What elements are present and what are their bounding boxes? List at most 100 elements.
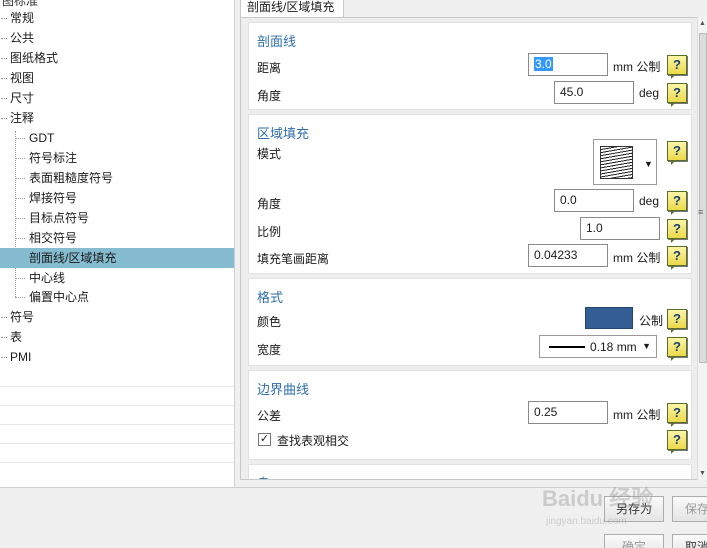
fill-angle-input[interactable]: 0.0 <box>554 189 634 212</box>
help-icon[interactable]: ? <box>667 191 687 215</box>
tree-divider <box>0 405 234 406</box>
settings-tree[interactable]: 图标准 常规 公共 图纸格式 视图 尺寸 注释 GDT 符号标注 表面粗糙度符号… <box>0 0 235 487</box>
boundary-section: 边界曲线 公差 0.25 mm 公制 ? ✓ 查找表观相交 ? <box>248 370 692 460</box>
tree-divider <box>0 386 234 387</box>
help-icon[interactable]: ? <box>667 219 687 243</box>
tree-item-target-point[interactable]: 目标点符号 <box>0 208 234 228</box>
tree-item-label: 焊接符号 <box>29 191 78 205</box>
tree-item-label: 剖面线/区域填充 <box>29 251 117 265</box>
help-icon[interactable]: ? <box>667 246 687 270</box>
tree-item-table[interactable]: 表 <box>0 327 234 347</box>
distance-unit: mm 公制 <box>613 60 661 74</box>
cancel-button[interactable]: 取消 <box>672 534 707 548</box>
dialog-button-bar: 另存为 保存 确定 取消 Baidu 经验 jingyan.baidu.com <box>0 486 707 548</box>
tree-item-symbol[interactable]: 符号 <box>0 307 234 327</box>
tab-hatch-area-fill[interactable]: 剖面线/区域填充 <box>240 0 344 18</box>
section-title: 格式 <box>257 290 284 305</box>
ok-button[interactable]: 确定 <box>604 534 664 548</box>
tree-item-label: PMI <box>10 350 32 364</box>
help-icon[interactable]: ? <box>667 430 687 454</box>
hatch-angle-label: 角度 <box>257 89 282 103</box>
scale-input[interactable]: 1.0 <box>580 217 660 240</box>
angle-unit: deg <box>639 194 660 208</box>
distance-unit: mm 公制 <box>613 251 661 265</box>
tree-item-label: 表 <box>10 330 23 344</box>
tree-item-gdt[interactable]: GDT <box>0 128 234 148</box>
help-icon[interactable]: ? <box>667 141 687 165</box>
scroll-up-icon[interactable]: ▲ <box>699 20 706 27</box>
line-width-icon <box>549 346 585 348</box>
chevron-down-icon: ▼ <box>642 341 651 351</box>
save-button[interactable]: 保存 <box>672 496 707 522</box>
tree-item-label: 注释 <box>10 111 35 125</box>
tree-item-general[interactable]: 常规 <box>0 8 234 28</box>
find-intersect-label: 查找表观相交 <box>277 434 350 448</box>
tree-item-label: 目标点符号 <box>29 211 90 225</box>
tree-divider <box>0 443 234 444</box>
tree-item-label: 公共 <box>10 31 35 45</box>
help-icon[interactable]: ? <box>667 337 687 361</box>
settings-panel: 剖面线 距离 3.0 mm 公制 ? 角度 45.0 deg ? 区域填充 模式… <box>240 17 698 480</box>
tree-item-label: 常规 <box>10 11 35 25</box>
section-title: 边界曲线 <box>257 382 310 397</box>
tree-item-hatch-area-fill[interactable]: 剖面线/区域填充 <box>0 248 234 268</box>
tree-item-pmi[interactable]: PMI <box>0 347 234 367</box>
hatch-section: 剖面线 距离 3.0 mm 公制 ? 角度 45.0 deg ? <box>248 22 692 110</box>
scroll-down-icon[interactable]: ▼ <box>699 470 706 477</box>
scrollbar-thumb[interactable] <box>699 33 707 363</box>
section-title: 岛 <box>257 473 270 479</box>
pen-distance-label: 填充笔画距离 <box>257 252 330 266</box>
tree-item-symbol-annotation[interactable]: 符号标注 <box>0 148 234 168</box>
tree-divider <box>0 424 234 425</box>
tree-item-weld-symbol[interactable]: 焊接符号 <box>0 188 234 208</box>
chevron-down-icon: ▼ <box>644 159 653 169</box>
tree-item-centerline[interactable]: 中心线 <box>0 268 234 288</box>
help-icon[interactable]: ? <box>667 55 687 79</box>
tree-item-view[interactable]: 视图 <box>0 68 234 88</box>
tree-divider <box>0 462 234 463</box>
angle-unit: deg <box>639 86 660 100</box>
color-picker[interactable] <box>585 307 633 329</box>
line-width-value: 0.18 mm <box>590 340 637 354</box>
tree-item-offset-center-point[interactable]: 偏置中心点 <box>0 287 234 307</box>
help-icon[interactable]: ? <box>667 403 687 427</box>
section-title: 区域填充 <box>257 126 310 141</box>
tree-item-drawing-format[interactable]: 图纸格式 <box>0 48 234 68</box>
hatch-distance-input[interactable]: 3.0 <box>528 53 608 76</box>
help-icon[interactable]: ? <box>667 83 687 107</box>
tree-item-label: 相交符号 <box>29 231 78 245</box>
width-label: 宽度 <box>257 343 282 357</box>
find-intersect-checkbox[interactable]: ✓ <box>258 433 271 446</box>
format-section: 格式 颜色 公制 ? 宽度 0.18 mm ▼ ? <box>248 278 692 366</box>
tree-item-dimension[interactable]: 尺寸 <box>0 88 234 108</box>
island-section: 岛 <box>248 464 692 479</box>
pattern-dropdown[interactable]: ▼ <box>593 139 657 185</box>
help-icon[interactable]: ? <box>667 309 687 333</box>
tree-item-label: 尺寸 <box>10 91 35 105</box>
tree-item-label: 符号标注 <box>29 151 78 165</box>
vertical-scrollbar[interactable]: ▲ ≡ ▼ <box>697 17 707 480</box>
watermark-subtext: jingyan.baidu.com <box>545 516 627 527</box>
line-width-dropdown[interactable]: 0.18 mm ▼ <box>539 335 657 358</box>
scale-label: 比例 <box>257 225 282 239</box>
tolerance-unit: mm 公制 <box>613 408 661 422</box>
section-title: 剖面线 <box>257 34 297 49</box>
tree-item-annotation[interactable]: 注释 <box>0 108 234 128</box>
tree-item-label: 图纸格式 <box>10 51 59 65</box>
tree-item-label: GDT <box>29 131 55 145</box>
tree-item-label: 视图 <box>10 71 35 85</box>
tree-item-intersection-symbol[interactable]: 相交符号 <box>0 228 234 248</box>
tree-item-common[interactable]: 公共 <box>0 28 234 48</box>
color-unit: 公制 <box>639 314 664 328</box>
hatch-pattern-icon <box>600 146 633 179</box>
hatch-distance-label: 距离 <box>257 61 282 75</box>
tolerance-input[interactable]: 0.25 <box>528 401 608 424</box>
tree-item-surface-roughness[interactable]: 表面粗糙度符号 <box>0 168 234 188</box>
hatch-angle-input[interactable]: 45.0 <box>554 81 634 104</box>
baidu-watermark: Baidu 经验 jingyan.baidu.com <box>542 486 653 527</box>
pen-distance-input[interactable]: 0.04233 <box>528 244 608 267</box>
tree-item-label: 偏置中心点 <box>29 290 90 304</box>
tree-item-label: 中心线 <box>29 271 66 285</box>
color-label: 颜色 <box>257 315 282 329</box>
tree-item-label: 表面粗糙度符号 <box>29 171 114 185</box>
